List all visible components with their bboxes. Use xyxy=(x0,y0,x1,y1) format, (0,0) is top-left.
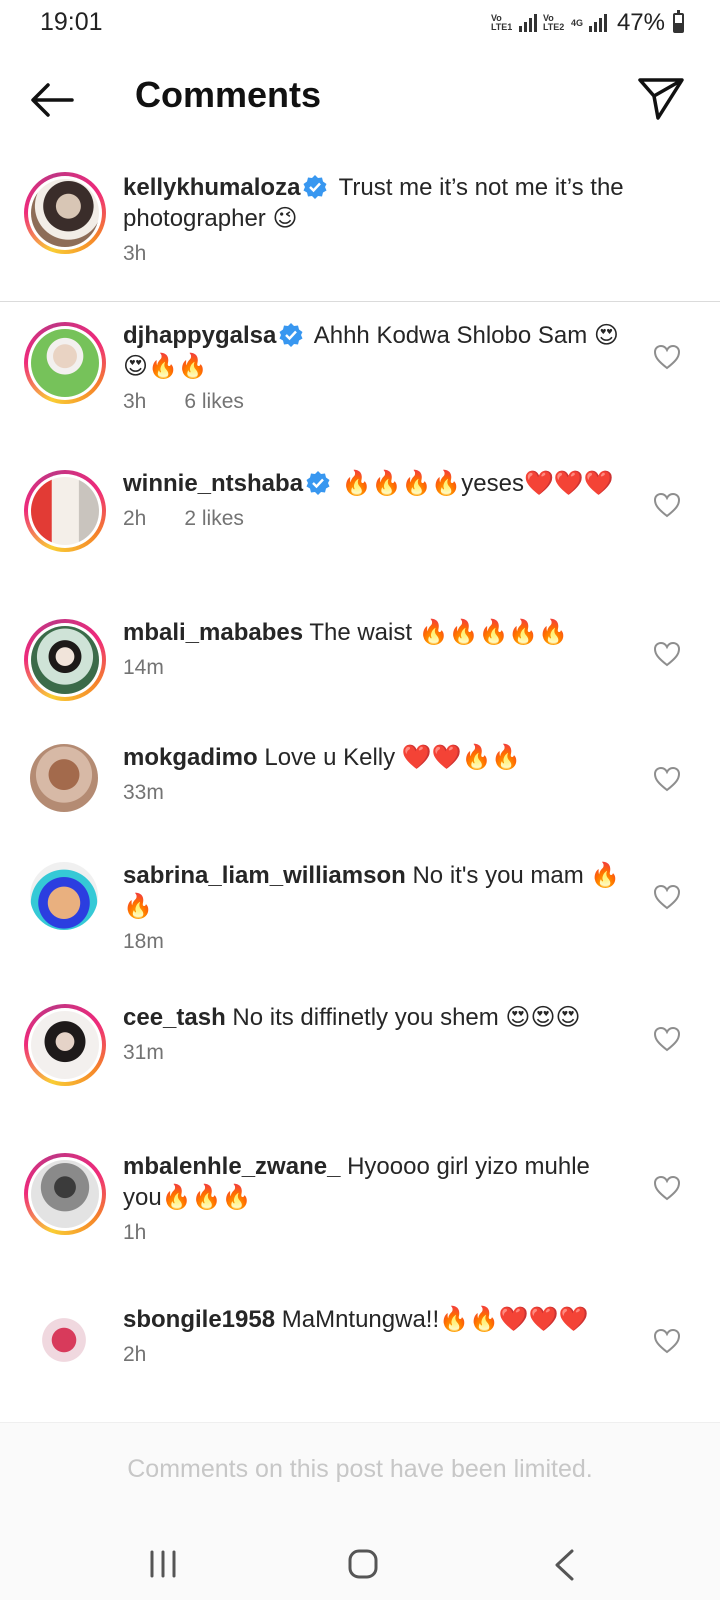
caption-username[interactable]: kellykhumaloza xyxy=(123,174,300,201)
comment-username[interactable]: winnie_ntshaba xyxy=(123,470,303,497)
comment-time: 2h xyxy=(123,1343,147,1366)
network-type-label: 4G xyxy=(570,17,583,28)
comment-text: The waist 🔥🔥🔥🔥🔥 xyxy=(303,619,569,646)
comment-body: winnie_ntshaba 🔥🔥🔥🔥yeses❤️❤️❤️ 2h 2 likes xyxy=(123,468,631,531)
comment-body: mbali_mababes The waist 🔥🔥🔥🔥🔥 14m xyxy=(123,617,631,680)
status-indicators: Vo LTE1 Vo LTE2 4G 47% xyxy=(491,8,684,38)
heart-icon[interactable] xyxy=(652,764,682,794)
comment-body: mokgadimo Love u Kelly ❤️❤️🔥🔥 33m xyxy=(123,742,631,805)
comment-likes[interactable]: 6 likes xyxy=(184,390,244,414)
comment-body: cee_tash No its diffinetly you shem 😍😍😍 … xyxy=(123,1002,631,1065)
recent-apps-icon[interactable] xyxy=(148,1550,178,1578)
heart-icon[interactable] xyxy=(652,639,682,669)
sim2-volte-label: Vo LTE2 xyxy=(542,13,565,32)
system-nav-bar xyxy=(0,1532,720,1600)
back-arrow-icon[interactable] xyxy=(28,78,76,122)
avatar-image xyxy=(31,1160,99,1228)
comment-username[interactable]: sbongile1958 xyxy=(123,1306,275,1333)
comment-body: sbongile1958 MaMntungwa!!🔥🔥❤️❤️❤️ 2h xyxy=(123,1304,631,1367)
avatar[interactable] xyxy=(30,1306,98,1374)
caption-time: 3h xyxy=(123,242,147,265)
comment-body: mbalenhle_zwane_ Hyoooo girl yizo muhle … xyxy=(123,1151,631,1245)
comment-text: No its diffinetly you shem 😍😍😍 xyxy=(225,1004,581,1031)
home-icon[interactable] xyxy=(347,1548,379,1580)
avatar-image xyxy=(31,179,99,247)
comment-time: 33m xyxy=(123,781,164,804)
avatar-image xyxy=(30,1306,98,1374)
comment-time: 31m xyxy=(123,1041,164,1064)
system-back-icon[interactable] xyxy=(552,1548,576,1582)
comment-username[interactable]: sabrina_liam_williamson xyxy=(123,862,406,889)
avatar[interactable] xyxy=(24,470,106,552)
comments-limited-banner: Comments on this post have been limited. xyxy=(0,1422,720,1532)
status-time: 19:01 xyxy=(40,8,103,36)
comment-body: sabrina_liam_williamson No it's you mam … xyxy=(123,860,631,954)
comment-text: 🔥🔥🔥🔥yeses❤️❤️❤️ xyxy=(335,470,614,497)
avatar-image xyxy=(30,744,98,812)
avatar-image xyxy=(31,329,99,397)
comment-text: Love u Kelly ❤️❤️🔥🔥 xyxy=(257,744,522,771)
comment-time: 14m xyxy=(123,656,164,679)
comment-time: 2h xyxy=(123,507,147,530)
comment-likes[interactable]: 2 likes xyxy=(184,507,244,531)
comment-username[interactable]: cee_tash xyxy=(123,1004,226,1031)
signal-icon xyxy=(518,14,537,32)
caption-body: kellykhumaloza Trust me it’s not me it’s… xyxy=(123,172,631,266)
avatar-image xyxy=(30,862,98,930)
avatar[interactable] xyxy=(24,619,106,701)
comment-time: 1h xyxy=(123,1221,147,1244)
signal-icon-2 xyxy=(588,14,607,32)
verified-badge-icon xyxy=(303,175,327,199)
comments-limited-text: Comments on this post have been limited. xyxy=(127,1455,593,1483)
avatar[interactable] xyxy=(24,1004,106,1086)
comment-username[interactable]: mbali_mababes xyxy=(123,619,303,646)
avatar-image xyxy=(31,477,99,545)
comment-username[interactable]: mokgadimo xyxy=(123,744,258,771)
paper-plane-icon[interactable] xyxy=(636,74,686,124)
battery-percentage: 47% xyxy=(616,9,665,36)
heart-icon[interactable] xyxy=(652,490,682,520)
post-caption: kellykhumaloza Trust me it’s not me it’s… xyxy=(0,168,720,302)
sim1-volte-label: Vo LTE1 xyxy=(490,13,513,32)
heart-icon[interactable] xyxy=(652,1024,682,1054)
avatar[interactable] xyxy=(24,172,106,254)
verified-badge-icon xyxy=(279,323,303,347)
avatar[interactable] xyxy=(24,322,106,404)
avatar[interactable] xyxy=(30,744,98,812)
comment-username[interactable]: mbalenhle_zwane_ xyxy=(123,1153,340,1180)
verified-badge-icon xyxy=(306,471,330,495)
page-title: Comments xyxy=(135,74,322,115)
comment-time: 18m xyxy=(123,930,164,953)
status-bar: 19:01 Vo LTE1 Vo LTE2 4G 47% xyxy=(0,0,720,48)
comment-body: djhappygalsa Ahhh Kodwa Shlobo Sam 😍😍🔥🔥 … xyxy=(123,320,631,414)
heart-icon[interactable] xyxy=(652,882,682,912)
heart-icon[interactable] xyxy=(652,342,682,372)
comment-text: MaMntungwa!!🔥🔥❤️❤️❤️ xyxy=(275,1306,589,1333)
avatar[interactable] xyxy=(30,862,98,930)
comment-username[interactable]: djhappygalsa xyxy=(123,322,276,349)
comment-time: 3h xyxy=(123,390,147,413)
avatar-image xyxy=(31,1011,99,1079)
avatar-image xyxy=(31,626,99,694)
battery-icon xyxy=(673,10,684,33)
avatar[interactable] xyxy=(24,1153,106,1235)
heart-icon[interactable] xyxy=(652,1326,682,1356)
header: Comments xyxy=(0,60,720,140)
heart-icon[interactable] xyxy=(652,1173,682,1203)
